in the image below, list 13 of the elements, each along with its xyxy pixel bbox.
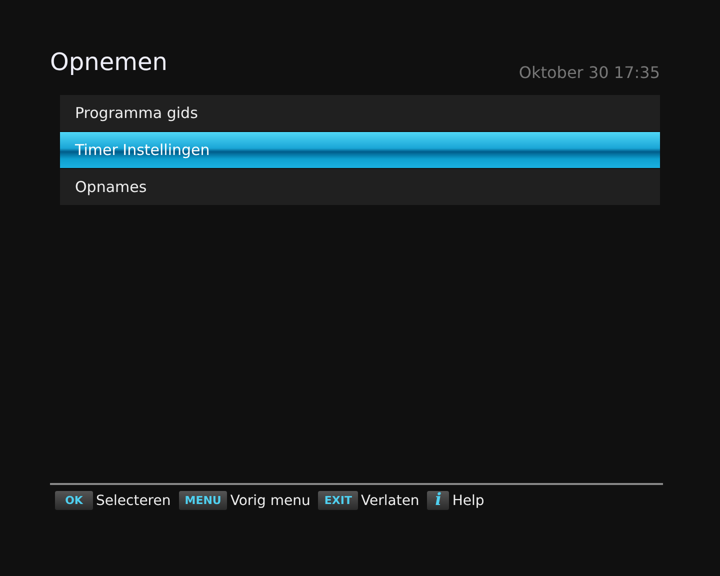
hint-label: Help [452, 492, 484, 508]
hint-label: Selecteren [96, 492, 171, 508]
menu-item[interactable]: Opnames [60, 169, 660, 205]
remote-key: EXIT [318, 491, 358, 510]
remote-key: OK [55, 491, 93, 510]
hint-label: Verlaten [361, 492, 420, 508]
remote-key: i [427, 491, 450, 510]
remote-key: MENU [178, 491, 228, 510]
date-time: Oktober 30 17:35 [518, 62, 660, 84]
menu-item[interactable]: Timer Instellingen [60, 132, 660, 168]
screen-title: Opnemen [50, 47, 168, 78]
hint-label: Vorig menu [230, 492, 310, 508]
menu-item[interactable]: Programma gids [60, 95, 660, 131]
